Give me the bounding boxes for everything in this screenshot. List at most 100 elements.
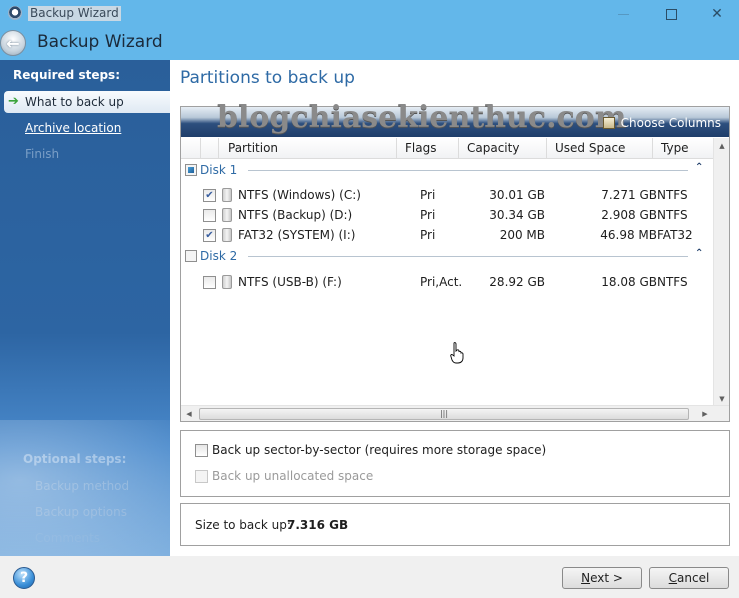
app-icon	[8, 6, 22, 20]
partitions-grid: blogchiasekienthuc.com Choose Columns Pa…	[180, 100, 730, 422]
watermark-text: blogchiasekienthuc.com	[217, 100, 627, 135]
column-header-flags[interactable]: Flags	[397, 138, 459, 159]
steps-sidebar: Required steps: ➔ What to back up Archiv…	[0, 60, 170, 556]
next-label: ext >	[590, 571, 623, 585]
sector-by-sector-option[interactable]: Back up sector-by-sector (requires more …	[195, 443, 546, 457]
partition-checkbox[interactable]: ✔	[203, 229, 216, 242]
partition-type: FAT32	[657, 228, 693, 242]
scroll-right-arrow-icon[interactable]: ▶	[697, 406, 713, 422]
partition-capacity: 30.34 GB	[489, 208, 545, 222]
partition-capacity: 30.01 GB	[489, 188, 545, 202]
partition-used-space: 2.908 GB	[601, 208, 657, 222]
scroll-left-arrow-icon[interactable]: ◀	[181, 406, 197, 422]
backup-wizard-window: Backup Wizard ✕ ← Backup Wizard Required…	[0, 0, 739, 598]
maximize-button[interactable]	[648, 0, 694, 28]
size-to-back-up-label: Size to back up:	[195, 518, 291, 532]
column-header-partition[interactable]: Partition	[219, 138, 397, 159]
column-header-capacity[interactable]: Capacity	[459, 138, 547, 159]
close-icon: ✕	[711, 6, 723, 22]
partition-flags: Pri,Act.	[420, 275, 463, 289]
hand-cursor-icon	[450, 342, 464, 364]
current-step-arrow-icon: ➔	[8, 94, 19, 109]
grid-toolbar: blogchiasekienthuc.com Choose Columns	[181, 100, 729, 137]
horizontal-scrollbar[interactable]: ◀ ||| ▶	[181, 405, 729, 421]
partition-name: NTFS (USB-B) (F:)	[238, 275, 342, 289]
choose-columns-button[interactable]: Choose Columns	[602, 116, 721, 130]
scroll-up-arrow-icon[interactable]: ▲	[714, 138, 730, 154]
maximize-icon	[665, 8, 677, 20]
next-button[interactable]: Next >	[562, 567, 642, 589]
group-divider	[248, 256, 688, 257]
partition-name: NTFS (Windows) (C:)	[238, 188, 361, 202]
partition-name: FAT32 (SYSTEM) (I:)	[238, 228, 356, 242]
required-steps-heading: Required steps:	[13, 68, 120, 82]
wizard-header: ← Backup Wizard	[0, 28, 739, 60]
next-mnemonic: N	[581, 571, 591, 585]
disk-1-label: Disk 1	[200, 163, 238, 177]
disk-group-1[interactable]: Disk 1 ⌃	[185, 162, 703, 178]
column-header-check[interactable]	[181, 138, 201, 159]
disk-2-checkbox[interactable]	[185, 250, 197, 262]
wizard-title: Backup Wizard	[37, 32, 163, 52]
partition-row[interactable]: NTFS (USB-B) (F:) Pri,Act. 28.92 GB 18.0…	[181, 272, 713, 292]
collapse-icon[interactable]: ⌃	[695, 248, 703, 259]
partition-flags: Pri	[420, 188, 436, 202]
step-comments: Comments	[35, 531, 101, 545]
step-archive-location[interactable]: Archive location	[25, 121, 121, 135]
size-summary-box: Size to back up: 7.316 GB	[180, 503, 730, 546]
column-header-icon[interactable]	[201, 138, 219, 159]
disk-2-label: Disk 2	[200, 249, 238, 263]
partition-icon	[222, 228, 232, 242]
close-button[interactable]: ✕	[694, 0, 739, 28]
column-header-used-space[interactable]: Used Space	[547, 138, 653, 159]
horizontal-scroll-thumb[interactable]: |||	[199, 408, 689, 420]
step-what-to-back-up[interactable]: ➔ What to back up	[4, 91, 170, 113]
partition-icon	[222, 208, 232, 222]
back-button[interactable]: ←	[0, 30, 26, 56]
help-button[interactable]: ?	[13, 567, 35, 589]
cancel-button[interactable]: Cancel	[649, 567, 729, 589]
partition-row[interactable]: NTFS (Backup) (D:) Pri 30.34 GB 2.908 GB…	[181, 205, 713, 225]
collapse-icon[interactable]: ⌃	[695, 162, 703, 173]
partition-icon	[222, 275, 232, 289]
partition-type: NTFS	[657, 275, 688, 289]
partition-used-space: 7.271 GB	[601, 188, 657, 202]
partition-row[interactable]: ✔ NTFS (Windows) (C:) Pri 30.01 GB 7.271…	[181, 185, 713, 205]
step-backup-method: Backup method	[35, 479, 130, 493]
title-bar: Backup Wizard ✕	[0, 0, 739, 28]
column-header-type[interactable]: Type	[653, 138, 713, 159]
main-panel: Partitions to back up blogchiasekienthuc…	[170, 60, 739, 556]
minimize-button[interactable]	[600, 0, 646, 28]
partition-used-space: 46.98 MB	[600, 228, 657, 242]
partition-type: NTFS	[657, 188, 688, 202]
step-finish: Finish	[25, 147, 60, 161]
wizard-footer: ? Next > Cancel	[0, 556, 739, 598]
cancel-label: ancel	[677, 571, 710, 585]
window-title: Backup Wizard	[28, 6, 121, 21]
disk-group-2[interactable]: Disk 2 ⌃	[185, 248, 703, 264]
step-label: What to back up	[25, 95, 124, 109]
disk-1-checkbox[interactable]	[185, 164, 197, 176]
columns-icon	[602, 117, 615, 129]
minimize-icon	[617, 13, 629, 15]
vertical-scrollbar[interactable]: ▲ ▼	[713, 138, 729, 407]
optional-steps-heading: Optional steps:	[23, 452, 127, 466]
sector-by-sector-label: Back up sector-by-sector (requires more …	[212, 443, 547, 457]
group-divider	[248, 170, 688, 171]
partition-used-space: 18.08 GB	[601, 275, 657, 289]
partition-checkbox[interactable]: ✔	[203, 189, 216, 202]
partition-capacity: 28.92 GB	[489, 275, 545, 289]
back-arrow-icon: ←	[6, 33, 20, 53]
partition-flags: Pri	[420, 228, 436, 242]
choose-columns-label: Choose Columns	[620, 116, 721, 130]
sector-by-sector-checkbox[interactable]	[195, 443, 208, 457]
backup-options-box: Back up sector-by-sector (requires more …	[180, 430, 730, 497]
partition-row[interactable]: ✔ FAT32 (SYSTEM) (I:) Pri 200 MB 46.98 M…	[181, 225, 713, 245]
partition-icon	[222, 188, 232, 202]
step-backup-options: Backup options	[35, 505, 127, 519]
unallocated-space-option: Back up unallocated space	[195, 469, 373, 483]
page-title: Partitions to back up	[180, 68, 355, 88]
partition-checkbox[interactable]	[203, 276, 216, 289]
partition-checkbox[interactable]	[203, 209, 216, 222]
help-icon: ?	[19, 570, 29, 586]
